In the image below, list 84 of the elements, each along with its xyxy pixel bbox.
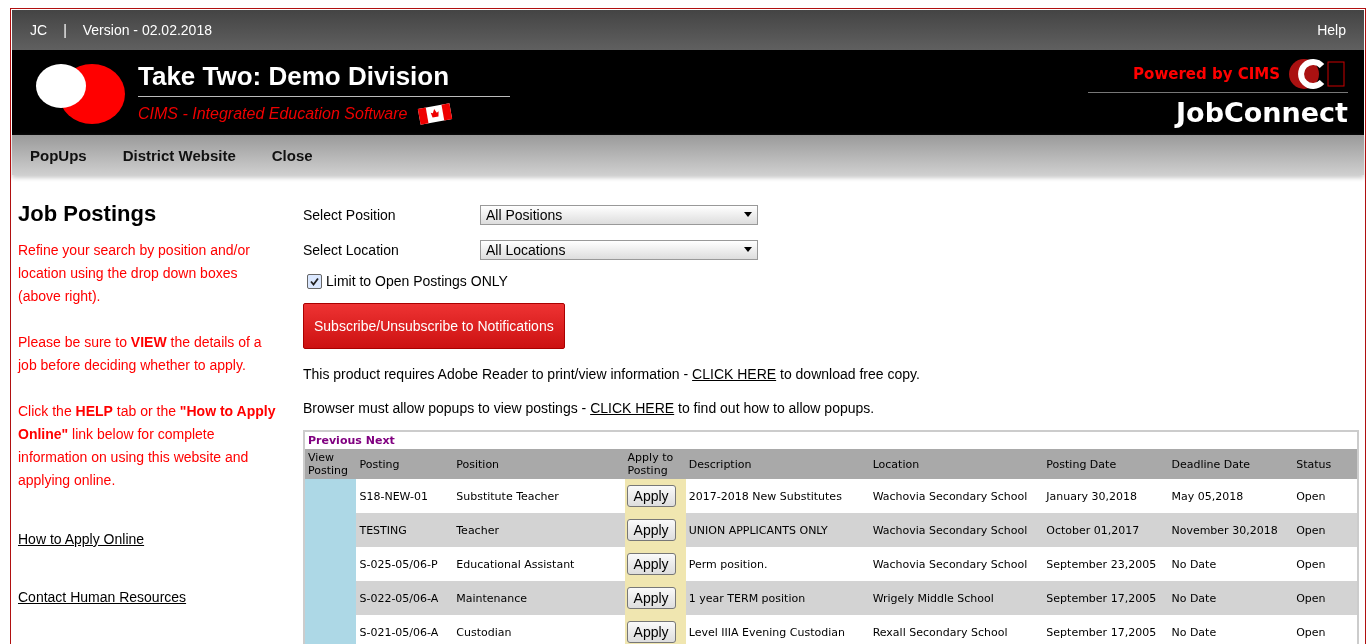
table-cell: Open: [1296, 625, 1326, 639]
sidebar-link[interactable]: Contact Human Resources: [18, 589, 283, 605]
column-header: Posting Date: [1046, 457, 1117, 471]
table-cell: Substitute Teacher: [456, 489, 559, 503]
checkbox[interactable]: [307, 273, 322, 289]
pager-link[interactable]: Next: [365, 434, 395, 447]
column-header: Description: [688, 457, 752, 471]
tagline: CIMS - Integrated Education Software: [138, 104, 408, 123]
table-cell: No Date: [1171, 557, 1217, 571]
filter-label: Select Location: [303, 241, 400, 258]
help-text: Refine your search by position and/or location using the drop down boxes (above right).: [18, 241, 251, 306]
district-title: Take Two: Demo Division: [138, 60, 510, 97]
table-cell: UNION APPLICANTS ONLY: [688, 523, 828, 537]
table-cell: S-021-05/06-A: [359, 625, 439, 639]
nav-link[interactable]: PopUps: [30, 146, 87, 164]
table-cell: Open: [1296, 489, 1326, 503]
column-header: Location: [872, 457, 920, 471]
apply-button[interactable]: Apply: [626, 519, 676, 541]
table-cell: No Date: [1171, 591, 1217, 605]
table-cell: S18-NEW-01: [359, 489, 428, 503]
apply-button[interactable]: Apply: [626, 621, 676, 643]
page-heading: Job Postings: [18, 201, 158, 227]
table-cell: Perm position.: [688, 557, 768, 571]
apply-button[interactable]: Apply: [626, 553, 676, 575]
cims-logo-icon: [1288, 57, 1348, 90]
info-text: Browser must allow popups to view postings - CLICK HERE to find out how to allow popups.: [303, 400, 876, 417]
nav-link[interactable]: District Website: [122, 146, 236, 164]
table-cell: Open: [1296, 557, 1326, 571]
table-cell: Wachovia Secondary School: [872, 557, 1028, 571]
table-cell: Level IIIA Evening Custodian: [688, 625, 845, 639]
pager-link[interactable]: Previous: [308, 434, 362, 447]
column-header: Status: [1296, 457, 1332, 471]
help-text: Please be sure to VIEW the details of a job before deciding whether to apply.: [18, 333, 263, 375]
table-cell: Wrigely Middle School: [872, 591, 994, 605]
apply-button[interactable]: Apply: [626, 485, 676, 507]
table-cell: S-025-05/06-P: [359, 557, 438, 571]
table-cell: Maintenance: [456, 591, 528, 605]
help-link[interactable]: Help: [1317, 22, 1346, 38]
table-cell: Open: [1296, 591, 1326, 605]
table-cell: 2017-2018 New Substitutes: [688, 489, 842, 503]
click-here-link[interactable]: CLICK HERE: [692, 366, 777, 382]
table-cell: 1 year TERM position: [688, 591, 806, 605]
column-header: Apply to Posting: [627, 451, 674, 477]
table-cell: October 01,2017: [1046, 523, 1140, 537]
table-cell: Wachovia Secondary School: [872, 489, 1028, 503]
click-here-link[interactable]: CLICK HERE: [590, 400, 675, 416]
user-initials: JC: [30, 22, 48, 38]
table-cell: No Date: [1171, 625, 1217, 639]
flag-icon: [417, 102, 454, 125]
table-cell: S-022-05/06-A: [359, 591, 439, 605]
sidebar-link[interactable]: How to Apply Online: [18, 531, 283, 547]
table-cell: TESTING: [359, 523, 407, 537]
column-header: View Posting: [308, 451, 349, 477]
table-cell: November 30,2018: [1171, 523, 1278, 537]
product-name: JobConnect: [1176, 96, 1348, 128]
dropdown[interactable]: All Locations: [480, 239, 758, 260]
filter-label: Select Position: [303, 206, 397, 223]
dropdown[interactable]: All Positions: [480, 204, 758, 225]
table-cell: Rexall Secondary School: [872, 625, 1008, 639]
table-cell: Teacher: [456, 523, 499, 537]
table-cell: Educational Assistant: [456, 557, 575, 571]
checkbox-label: Limit to Open Postings ONLY: [326, 273, 508, 289]
column-header: Position: [456, 457, 500, 471]
table-cell: January 30,2018: [1046, 489, 1138, 503]
version-label: Version - 02.02.2018: [82, 22, 212, 38]
powered-by-label: Powered by CIMS: [1133, 64, 1280, 83]
table-cell: Custodian: [456, 625, 512, 639]
caret-icon: [744, 247, 752, 252]
table-cell: September 17,2005: [1046, 625, 1157, 639]
table-cell: September 23,2005: [1046, 557, 1157, 571]
table-cell: May 05,2018: [1171, 489, 1244, 503]
separator: |: [63, 22, 67, 38]
checkmark-icon: [309, 275, 320, 287]
table-cell: Wachovia Secondary School: [872, 523, 1028, 537]
subscribe-button[interactable]: Subscribe/Unsubscribe to Notifications: [303, 303, 565, 349]
column-header: Deadline Date: [1171, 457, 1251, 471]
table-cell: Open: [1296, 523, 1326, 537]
table-cell: September 17,2005: [1046, 591, 1157, 605]
nav-link[interactable]: Close: [271, 146, 313, 164]
column-header: Posting: [359, 457, 400, 471]
apply-button[interactable]: Apply: [626, 587, 676, 609]
info-text: This product requires Adobe Reader to print/view information - CLICK HERE to download free copy.: [303, 366, 921, 383]
help-text: Click the HELP tab or the "How to Apply Online" link below for complete information on using this website and applying online.: [18, 402, 277, 490]
caret-icon: [744, 212, 752, 217]
